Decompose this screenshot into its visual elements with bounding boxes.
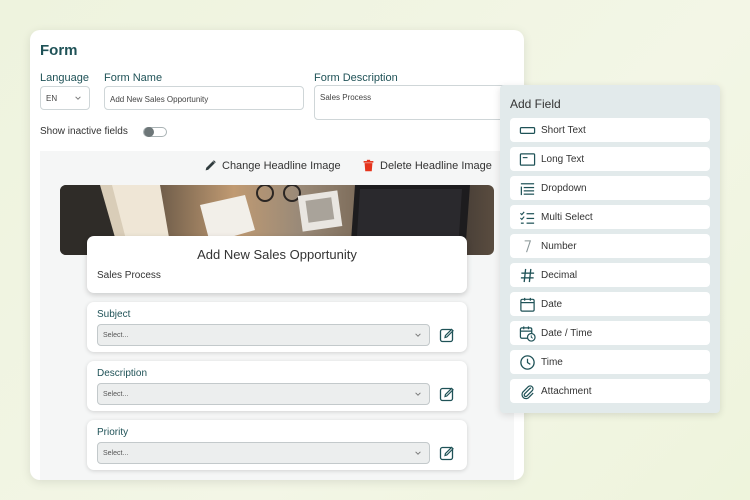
add-field-panel: Add Field Short Text Long Text Dropdown … [500, 85, 720, 413]
edit-field-icon[interactable] [439, 386, 455, 402]
field-select[interactable]: Select... [97, 324, 430, 346]
language-label: Language [40, 72, 89, 84]
add-field-date[interactable]: Date [510, 292, 710, 316]
form-field-card: Priority Select... [87, 420, 467, 470]
form-name-value: Add New Sales Opportunity [110, 95, 209, 104]
chevron-down-icon [415, 392, 421, 396]
show-inactive-label: Show inactive fields [40, 126, 128, 137]
headline-subtitle: Sales Process [97, 270, 161, 281]
chevron-down-icon [415, 451, 421, 455]
form-editor-card: Form Language EN Form Name Add New Sales… [30, 30, 524, 480]
form-description-input[interactable]: Sales Process [314, 85, 514, 120]
delete-headline-image-label: Delete Headline Image [380, 159, 492, 172]
hash-icon [520, 268, 534, 282]
headline-card: Add New Sales Opportunity Sales Process [87, 236, 467, 293]
calendar-icon [519, 297, 535, 312]
field-select-placeholder: Select... [103, 332, 129, 339]
add-field-attachment[interactable]: Attachment [510, 379, 710, 403]
form-name-input[interactable]: Add New Sales Opportunity [104, 86, 304, 110]
long-text-icon [519, 152, 535, 166]
edit-field-icon[interactable] [439, 445, 455, 461]
field-select[interactable]: Select... [97, 383, 430, 405]
multi-select-icon [519, 210, 534, 224]
add-field-label: Long Text [541, 153, 585, 165]
add-field-label: Decimal [541, 269, 578, 281]
add-field-label: Date / Time [541, 327, 593, 339]
add-field-label: Date [541, 298, 563, 310]
calendar-clock-icon [519, 325, 536, 342]
add-field-dropdown[interactable]: Dropdown [510, 176, 710, 200]
add-field-long-text[interactable]: Long Text [510, 147, 710, 171]
field-label: Subject [97, 309, 131, 320]
field-select-placeholder: Select... [103, 391, 129, 398]
dropdown-icon [520, 182, 534, 195]
form-name-label: Form Name [104, 72, 163, 84]
add-field-label: Time [541, 356, 563, 368]
clock-icon [519, 354, 535, 370]
add-field-date-time[interactable]: Date / Time [510, 321, 710, 345]
change-headline-image-button[interactable]: Change Headline Image [204, 159, 341, 172]
add-field-label: Multi Select [541, 211, 593, 223]
short-text-icon [519, 126, 535, 134]
chevron-down-icon [75, 96, 81, 100]
language-value: EN [46, 94, 58, 103]
add-field-short-text[interactable]: Short Text [510, 118, 710, 142]
headline-title: Add New Sales Opportunity [197, 247, 357, 262]
field-label: Priority [97, 427, 129, 438]
add-field-multi-select[interactable]: Multi Select [510, 205, 710, 229]
edit-field-icon[interactable] [439, 327, 455, 343]
form-description-label: Form Description [314, 72, 398, 84]
add-field-label: Attachment [541, 385, 592, 397]
add-field-title: Add Field [510, 97, 561, 111]
chevron-down-icon [415, 333, 421, 337]
toggle-knob [144, 127, 154, 137]
field-select-placeholder: Select... [103, 450, 129, 457]
add-field-label: Number [541, 240, 577, 252]
form-description-value: Sales Process [320, 93, 372, 102]
language-select[interactable]: EN [40, 86, 90, 110]
show-inactive-toggle[interactable] [143, 127, 167, 137]
add-field-label: Short Text [541, 124, 586, 136]
form-preview-canvas: Change Headline Image Delete Headline Im… [40, 151, 514, 480]
field-label: Description [97, 368, 148, 379]
trash-icon [363, 159, 374, 172]
add-field-time[interactable]: Time [510, 350, 710, 374]
change-headline-image-label: Change Headline Image [222, 159, 341, 172]
form-field-card: Description Select... [87, 361, 467, 411]
field-select[interactable]: Select... [97, 442, 430, 464]
number-icon [524, 239, 531, 252]
page-title: Form [40, 42, 78, 59]
pencil-icon [205, 160, 216, 171]
add-field-number[interactable]: Number [510, 234, 710, 258]
form-field-card: Subject Select... [87, 302, 467, 352]
add-field-decimal[interactable]: Decimal [510, 263, 710, 287]
delete-headline-image-button[interactable]: Delete Headline Image [362, 159, 492, 172]
paperclip-icon [520, 384, 534, 399]
add-field-label: Dropdown [541, 182, 587, 194]
